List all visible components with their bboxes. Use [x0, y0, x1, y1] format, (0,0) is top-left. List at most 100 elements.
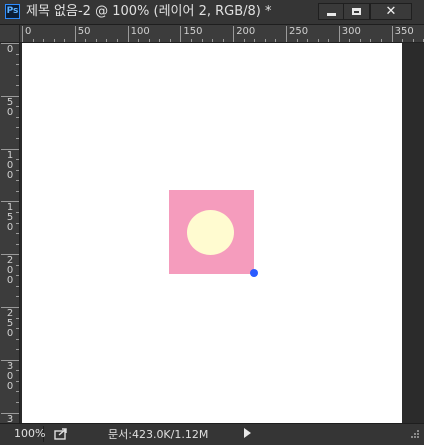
vertical-ruler[interactable]: 050100150200250300350	[0, 43, 20, 444]
ruler-label: 300	[341, 26, 361, 37]
ruler-tick	[212, 39, 214, 42]
ruler-tick	[16, 159, 19, 161]
ruler-label: 0	[6, 380, 14, 392]
ruler-tick	[264, 39, 266, 42]
ruler-tick	[402, 39, 404, 42]
ruler-tick	[16, 53, 19, 55]
minimize-icon	[327, 13, 336, 16]
ruler-tick	[370, 39, 372, 42]
ruler-tick	[16, 138, 19, 140]
ruler-tick	[16, 370, 19, 372]
ruler-tick	[254, 39, 256, 42]
ruler-tick	[74, 26, 76, 42]
transform-anchor-handle[interactable]	[250, 269, 258, 277]
ruler-label: 0	[6, 222, 14, 234]
ruler-tick	[95, 39, 97, 42]
export-icon[interactable]	[53, 427, 69, 441]
ruler-label: 350	[394, 26, 414, 37]
ruler-tick	[16, 243, 19, 245]
ruler-tick	[16, 106, 19, 108]
ruler-tick	[85, 39, 87, 42]
ruler-tick	[159, 39, 161, 42]
ruler-tick	[16, 127, 19, 129]
vertical-scroll-track[interactable]	[404, 43, 424, 423]
ruler-tick	[233, 26, 235, 42]
ruler-tick	[16, 169, 19, 171]
close-icon: ✕	[385, 4, 397, 19]
ruler-label: 250	[289, 26, 309, 37]
pink-square-layer[interactable]	[169, 190, 254, 274]
canvas-area[interactable]	[20, 43, 424, 423]
ruler-tick	[201, 39, 203, 42]
ruler-tick	[16, 296, 19, 298]
ruler-tick	[16, 222, 19, 224]
maximize-button[interactable]	[343, 3, 370, 20]
ruler-label: 100	[130, 26, 150, 37]
document-size-info: 문서:423.0K/1.12M	[108, 428, 209, 441]
ruler-tick	[16, 233, 19, 235]
ruler-tick	[328, 39, 330, 42]
ruler-tick	[307, 39, 309, 42]
ruler-tick	[349, 39, 351, 42]
ruler-tick	[16, 64, 19, 66]
ruler-tick	[117, 39, 119, 42]
ruler-tick	[127, 26, 129, 42]
ruler-tick	[296, 39, 298, 42]
status-bar: 100% 문서:423.0K/1.12M	[0, 423, 424, 445]
ruler-tick	[338, 26, 340, 42]
ruler-tick	[412, 39, 414, 42]
ruler-origin[interactable]	[0, 25, 20, 43]
photoshop-logo-icon: Ps	[5, 4, 20, 19]
ruler-tick	[16, 328, 19, 330]
ruler-tick	[16, 317, 19, 319]
ruler-tick	[16, 402, 19, 404]
ruler-tick	[16, 74, 19, 76]
ruler-label: 0	[6, 275, 14, 287]
ruler-tick	[275, 39, 277, 42]
ruler-tick	[190, 39, 192, 42]
ruler-tick	[16, 85, 19, 87]
maximize-icon	[352, 8, 361, 15]
yellow-circle-layer[interactable]	[187, 210, 234, 255]
ruler-tick	[16, 116, 19, 118]
ruler-tick	[180, 26, 182, 42]
ruler-tick	[169, 39, 171, 42]
ruler-tick	[16, 380, 19, 382]
ruler-label: 200	[236, 26, 256, 37]
ruler-tick	[32, 39, 34, 42]
ruler-tick	[148, 39, 150, 42]
ruler-tick	[22, 26, 23, 42]
title-bar: Ps 제목 없음-2 @ 100% (레이어 2, RGB/8) * ✕	[0, 0, 424, 25]
ruler-tick	[16, 391, 19, 393]
ruler-tick	[106, 39, 108, 42]
ruler-tick	[286, 26, 287, 42]
ruler-tick	[16, 264, 19, 266]
ruler-tick	[16, 275, 19, 277]
ruler-tick	[222, 39, 224, 42]
play-icon[interactable]	[244, 428, 251, 438]
ruler-tick	[243, 39, 245, 42]
zoom-level-field[interactable]: 100%	[4, 426, 45, 442]
resize-grip-icon[interactable]	[408, 429, 420, 441]
ruler-tick	[138, 39, 140, 42]
horizontal-ruler[interactable]: 0 50 100 150 200 250 300 350	[20, 25, 424, 43]
minimize-button[interactable]	[318, 3, 345, 20]
ruler-label: 150	[183, 26, 203, 37]
ruler-label: 0	[6, 169, 14, 181]
ruler-label: 0	[6, 106, 14, 118]
ruler-tick	[317, 39, 319, 42]
ruler-tick	[16, 338, 19, 340]
ruler-label: 50	[77, 26, 91, 37]
ruler-tick	[16, 285, 19, 287]
ruler-label: 0	[6, 328, 14, 339]
ruler-tick	[359, 39, 361, 42]
ruler-tick	[16, 211, 19, 213]
ruler-tick	[53, 39, 55, 42]
ruler-tick	[381, 39, 383, 42]
ruler-tick	[16, 180, 19, 182]
ruler-tick	[16, 190, 19, 192]
ruler-tick	[43, 39, 45, 42]
document-canvas[interactable]	[22, 43, 402, 423]
ruler-tick	[64, 39, 66, 42]
close-button[interactable]: ✕	[370, 3, 412, 20]
